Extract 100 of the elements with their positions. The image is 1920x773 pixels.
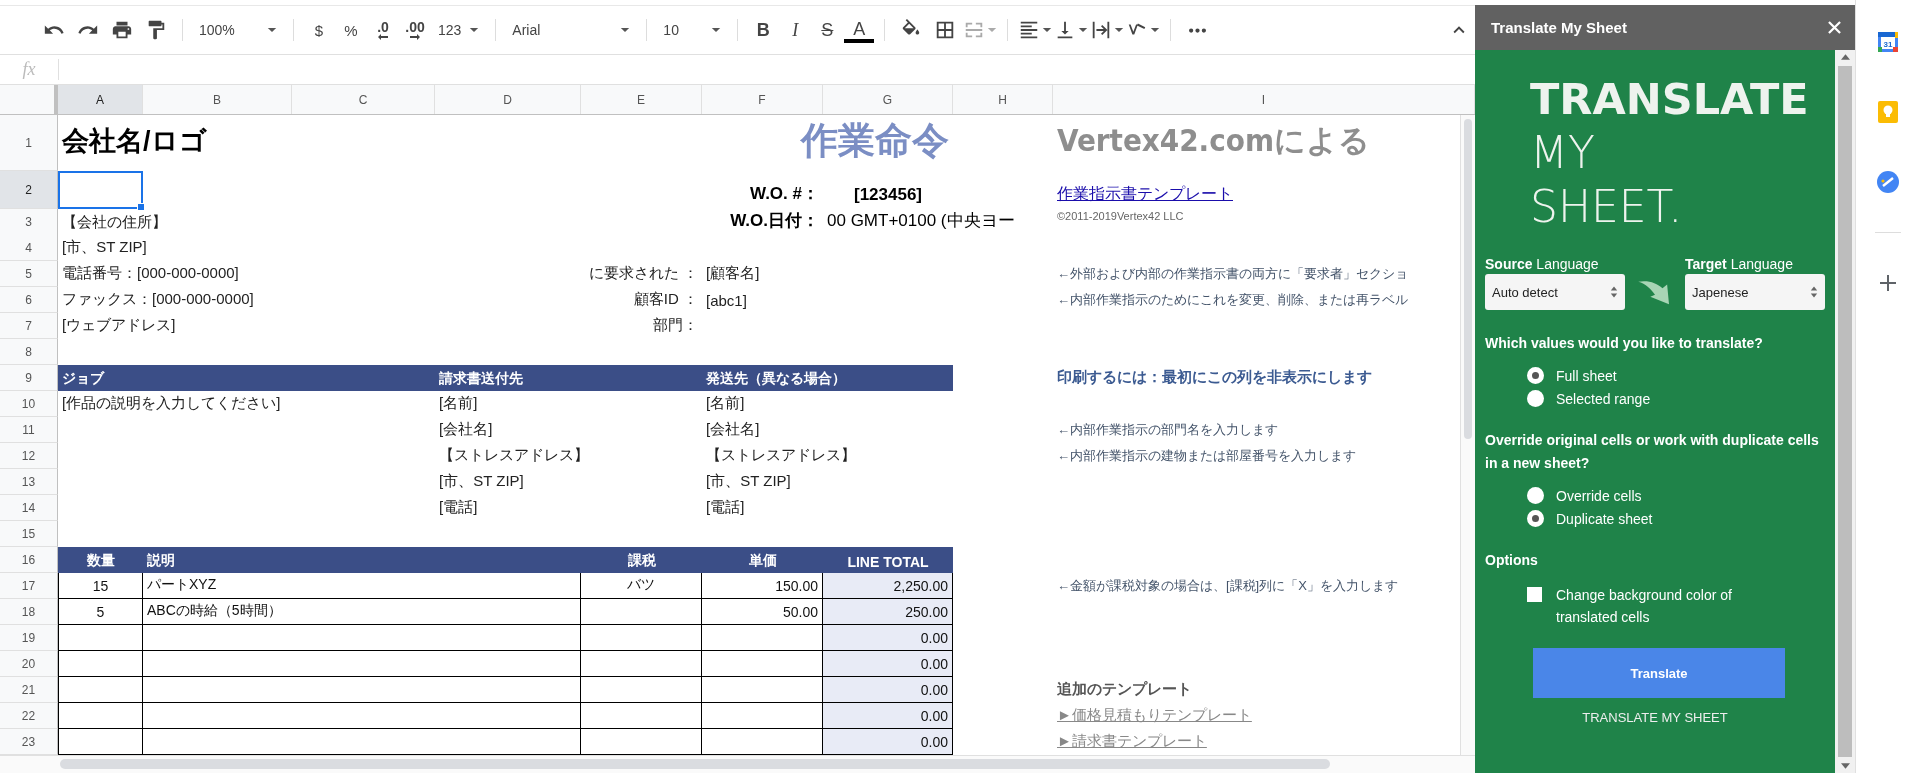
target-language-select[interactable]: Japenese <box>1685 274 1825 310</box>
up-down-icon <box>1610 285 1618 299</box>
order-number: [123456] <box>853 185 923 205</box>
row-header[interactable]: 1 <box>0 115 58 171</box>
row-header[interactable]: 7 <box>0 313 58 339</box>
document-title: 作業命令 <box>801 119 949 163</box>
vertical-scrollbar[interactable] <box>1460 115 1475 755</box>
cell-text: 電話番号：[000-000-0000] <box>62 264 239 283</box>
up-down-icon <box>1810 285 1818 299</box>
row-header[interactable]: 22 <box>0 703 58 729</box>
row-header[interactable]: 16 <box>0 547 58 573</box>
radio-button[interactable] <box>1527 367 1544 384</box>
template-link[interactable]: ►請求書テンプレート <box>1057 732 1207 751</box>
row-header[interactable]: 14 <box>0 495 58 521</box>
cell-text: 【ストレスアドレス】 <box>706 446 856 465</box>
sidebar-title: Translate My Sheet <box>1491 19 1627 36</box>
source-language-select[interactable]: Auto detect <box>1485 274 1625 310</box>
checkbox[interactable] <box>1527 587 1542 602</box>
row-header[interactable]: 8 <box>0 339 58 365</box>
template-link[interactable]: 作業指示書テンプレート <box>1057 184 1233 205</box>
caret-icon <box>267 27 277 33</box>
caret-icon <box>1114 27 1125 33</box>
number-format-dropdown[interactable]: 123 <box>432 15 486 45</box>
header-cell: 数量 <box>58 547 143 573</box>
percent-button[interactable]: % <box>336 15 366 45</box>
row-header[interactable]: 9 <box>0 365 58 391</box>
table-cell: 2,250.00 <box>823 573 953 599</box>
italic-button[interactable]: I <box>780 15 811 45</box>
option-label: Selected range <box>1556 390 1651 407</box>
row-header[interactable]: 19 <box>0 625 58 651</box>
cell-text: 【ストレスアドレス】 <box>439 446 589 465</box>
strikethrough-button[interactable]: S <box>812 15 843 45</box>
column-header[interactable]: E <box>581 85 702 114</box>
row-header[interactable]: 4 <box>0 235 58 261</box>
row-header[interactable]: 2 <box>0 171 58 209</box>
zoom-dropdown[interactable]: 100% <box>193 15 283 45</box>
header-cell: 課税 <box>581 547 702 573</box>
row-header[interactable]: 21 <box>0 677 58 703</box>
logo-text: TRANSLATE <box>1530 73 1810 126</box>
checkmark-circle-icon[interactable] <box>1876 170 1900 194</box>
template-link[interactable]: ►価格見積もりテンプレート <box>1057 706 1252 725</box>
note-text: ←金額が課税対象の場合は、[課税]列に「X」を入力します <box>1057 577 1398 595</box>
column-header[interactable]: F <box>702 85 823 114</box>
bold-button[interactable]: B <box>748 15 779 45</box>
table-cell: 0.00 <box>823 729 953 755</box>
row-header[interactable]: 18 <box>0 599 58 625</box>
table-cell: 250.00 <box>823 599 953 625</box>
font-size-dropdown[interactable]: 10 <box>657 15 728 45</box>
table-cell: 15 <box>58 573 143 599</box>
column-header[interactable]: B <box>143 85 292 114</box>
close-icon[interactable] <box>1828 21 1841 34</box>
footer-text: TRANSLATE MY SHEET <box>1581 710 1729 725</box>
row-header[interactable]: 13 <box>0 469 58 495</box>
row-header[interactable]: 20 <box>0 651 58 677</box>
font-dropdown[interactable]: Arial <box>506 15 637 45</box>
row-header[interactable]: 11 <box>0 417 58 443</box>
logo-text: SHEET. <box>1530 180 1684 234</box>
row-header[interactable]: 6 <box>0 287 58 313</box>
caret-icon <box>469 27 480 33</box>
note-text: ←内部作業指示の部門名を入力します <box>1057 421 1278 439</box>
row-header[interactable]: 12 <box>0 443 58 469</box>
caret-icon <box>1150 27 1161 33</box>
field-label: W.O. #： <box>750 183 819 205</box>
horizontal-scrollbar[interactable] <box>0 755 1475 773</box>
arrow-icon <box>410 34 420 40</box>
row-header[interactable]: 23 <box>0 729 58 755</box>
table-cell: 0.00 <box>823 703 953 729</box>
sidebar-scrollbar[interactable] <box>1835 50 1855 773</box>
scroll-down-icon[interactable] <box>1840 763 1850 769</box>
calendar-icon[interactable]: 31 <box>1876 30 1900 54</box>
row-header[interactable]: 3 <box>0 209 58 236</box>
scroll-up-icon[interactable] <box>1840 54 1850 60</box>
cell-text: [名前] <box>439 394 478 413</box>
increase-decimal-button[interactable]: .00 <box>400 15 430 45</box>
header-cell: 発送先（異なる場合） <box>702 365 953 391</box>
radio-button[interactable] <box>1527 510 1544 527</box>
radio-button[interactable] <box>1527 487 1544 504</box>
radio-button[interactable] <box>1527 390 1544 407</box>
row-header[interactable]: 5 <box>0 261 58 287</box>
column-header[interactable]: H <box>953 85 1053 114</box>
cell-text: 【会社の住所】 <box>62 213 167 232</box>
decrease-decimal-button[interactable]: .0 <box>368 15 398 45</box>
column-header[interactable]: D <box>435 85 581 114</box>
table-cell: 0.00 <box>823 625 953 651</box>
selected-cell[interactable] <box>58 171 143 209</box>
table-cell: パートXYZ <box>143 573 581 599</box>
column-header[interactable]: C <box>292 85 435 114</box>
row-header[interactable]: 15 <box>0 521 58 547</box>
cell-text: 部門： <box>653 316 698 335</box>
text-color-button[interactable]: A <box>844 19 875 43</box>
translate-button[interactable]: Translate <box>1533 648 1785 698</box>
section-heading: Options <box>1485 551 1539 570</box>
currency-button[interactable]: $ <box>304 15 334 45</box>
column-header[interactable]: G <box>823 85 953 114</box>
header-cell: ジョブ <box>58 365 435 391</box>
row-header[interactable]: 10 <box>0 391 58 417</box>
row-header[interactable]: 17 <box>0 573 58 599</box>
cell-text: [名前] <box>706 394 745 413</box>
cell-text: [電話] <box>706 498 745 517</box>
column-header[interactable]: A <box>58 85 143 114</box>
